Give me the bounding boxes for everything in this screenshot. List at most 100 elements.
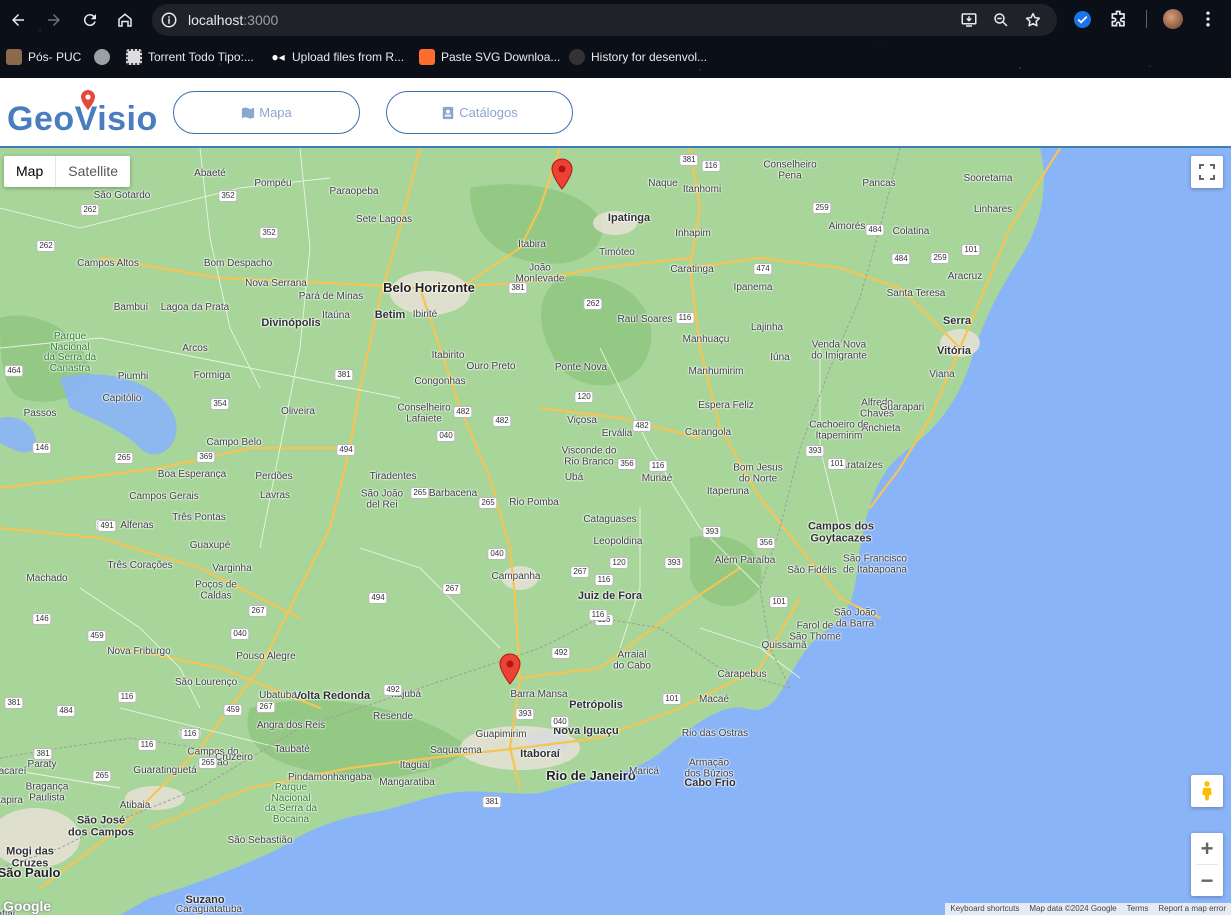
bookmark-item[interactable]: History for desenvol...	[569, 48, 707, 66]
fullscreen-button[interactable]	[1191, 156, 1223, 188]
map-place-label: Parque Nacional da Serra da Canastra	[43, 331, 97, 374]
map-canvas[interactable]: Abaeté Pompéu São Gotardo Paraopeba Sete Lag…	[0, 148, 1231, 915]
nav-catalogos-button[interactable]: Catálogos	[386, 91, 573, 134]
zoom-icon[interactable]	[992, 11, 1010, 29]
map-place-label: Rio Pomba	[509, 496, 559, 508]
bookmark-item[interactable]	[94, 48, 110, 66]
extensions-puzzle-icon[interactable]	[1109, 9, 1129, 29]
map-place-label: Belo Horizonte	[383, 280, 475, 296]
map-place-label: Itabira	[518, 238, 546, 250]
map-place-label: Venda Nova do Imigrante	[811, 339, 867, 361]
map-place-label: Bragança Paulista	[25, 781, 69, 803]
road-shield: 101	[769, 596, 789, 608]
map-place-label: Itaboraí	[520, 748, 560, 761]
map-place-label: São Francisco de Itabapoana	[843, 553, 907, 575]
map-place-label: Rio de Janeiro	[546, 768, 636, 784]
map-type-satellite-button[interactable]: Satellite	[55, 156, 130, 187]
road-shield: 267	[442, 583, 462, 595]
nav-catalogos-label: Catálogos	[459, 105, 518, 120]
road-shield: 381	[4, 697, 24, 709]
road-shield: 494	[336, 444, 356, 456]
extension-check-icon[interactable]	[1074, 11, 1091, 28]
bookmark-item[interactable]: Torrent Todo Tipo:...	[126, 48, 254, 66]
map-place-label: São Gotardo	[93, 189, 151, 201]
map-place-label: Barra Mansa	[510, 688, 568, 700]
nav-mapa-label: Mapa	[259, 105, 292, 120]
forward-icon[interactable]	[42, 8, 66, 32]
map-place-label: Guapimirim	[475, 728, 527, 740]
road-shield: 265	[114, 452, 134, 464]
map-place-label: Nova Friburgo	[107, 645, 171, 657]
lake	[60, 374, 177, 455]
map-attribution: Keyboard shortcuts Map data ©2024 Google…	[945, 903, 1231, 915]
site-info-icon[interactable]	[160, 11, 178, 29]
more-menu-icon[interactable]	[1198, 9, 1218, 29]
road-shield: 116	[701, 160, 721, 172]
app-logo[interactable]: GeoVisio	[7, 90, 167, 138]
map-place-label: Itaperuna	[706, 485, 750, 497]
map-place-label: Ubá	[564, 471, 584, 483]
bookmark-star-icon[interactable]	[1024, 11, 1042, 29]
report-error-link[interactable]: Report a map error	[1153, 903, 1231, 915]
lake	[0, 417, 36, 453]
bookmark-item[interactable]: Pós- PUC	[6, 48, 81, 66]
map-place-label: São Sebastião	[227, 834, 293, 846]
github-icon	[569, 49, 585, 65]
bookmark-item[interactable]: ●◂ Upload files from R...	[270, 48, 404, 66]
google-logo[interactable]: Google	[3, 898, 51, 914]
road-shield: 267	[248, 605, 268, 617]
map-place-label: Guaxupé	[189, 539, 231, 551]
keyboard-shortcuts-link[interactable]: Keyboard shortcuts	[945, 903, 1024, 915]
bookmark-item[interactable]: Paste SVG Downloa...	[419, 48, 560, 66]
location-marker[interactable]	[551, 158, 573, 190]
map-place-label: Visconde do Rio Branco	[561, 445, 617, 467]
road-shield: 459	[87, 630, 107, 642]
reload-icon[interactable]	[78, 8, 102, 32]
location-marker[interactable]	[499, 653, 521, 685]
terms-link[interactable]: Terms	[1122, 903, 1154, 915]
map-place-label: Resende	[372, 710, 414, 722]
road-shield: 393	[664, 557, 684, 569]
profile-avatar[interactable]	[1163, 9, 1183, 29]
road-shield: 040	[436, 430, 456, 442]
install-app-icon[interactable]	[960, 11, 978, 29]
zoom-in-button[interactable]: +	[1191, 833, 1223, 864]
road-shield: 484	[891, 253, 911, 265]
map-place-label: Quissamã	[761, 639, 807, 651]
forest-area	[690, 535, 762, 607]
map-place-label: Nova Serrana	[245, 277, 307, 289]
map-place-label: Viçosa	[567, 414, 597, 426]
map-place-label: Congonhas	[414, 375, 466, 387]
back-icon[interactable]	[6, 8, 30, 32]
road-shield: 484	[865, 224, 885, 236]
nav-mapa-button[interactable]: Mapa	[173, 91, 360, 134]
zoom-out-button[interactable]: −	[1191, 865, 1223, 896]
map-place-label: Carapebus	[717, 668, 767, 680]
map-place-label: Ipanema	[733, 281, 773, 293]
road-shield: 259	[930, 252, 950, 264]
map-place-label: Betim	[374, 309, 406, 322]
app-header: GeoVisio Mapa Catálogos	[0, 78, 1231, 148]
map-place-label: Varginha	[212, 562, 252, 574]
map-place-label: Campo Belo	[206, 436, 262, 448]
map-place-label: Campos dos Goytacazes	[807, 520, 875, 544]
map-place-label: Itabirito	[431, 349, 465, 361]
road-shield: 146	[32, 442, 52, 454]
map-place-label: Lagoa da Prata	[160, 301, 230, 313]
address-bar[interactable]: localhost:3000	[152, 4, 1057, 36]
map-place-label: Abaeté	[194, 167, 226, 179]
url-text[interactable]: localhost:3000	[188, 12, 278, 28]
map-place-label: Bom Despacho	[203, 257, 273, 269]
map-place-label: Aracruz	[947, 270, 983, 282]
street-view-pegman[interactable]	[1191, 775, 1223, 807]
map-place-label: Parque Nacional da Serra da Bocaina	[264, 782, 318, 825]
map-type-map-button[interactable]: Map	[4, 156, 55, 187]
map-place-label: São Lourenço	[174, 676, 238, 688]
map-place-label: Iúna	[770, 351, 790, 363]
map-place-label: Paraty	[27, 758, 57, 770]
home-icon[interactable]	[113, 8, 137, 32]
map-place-label: Macaé	[698, 693, 730, 705]
road-shield: 482	[453, 406, 473, 418]
map-place-label: Pouso Alegre	[236, 650, 296, 662]
road-shield: 381	[679, 154, 699, 166]
